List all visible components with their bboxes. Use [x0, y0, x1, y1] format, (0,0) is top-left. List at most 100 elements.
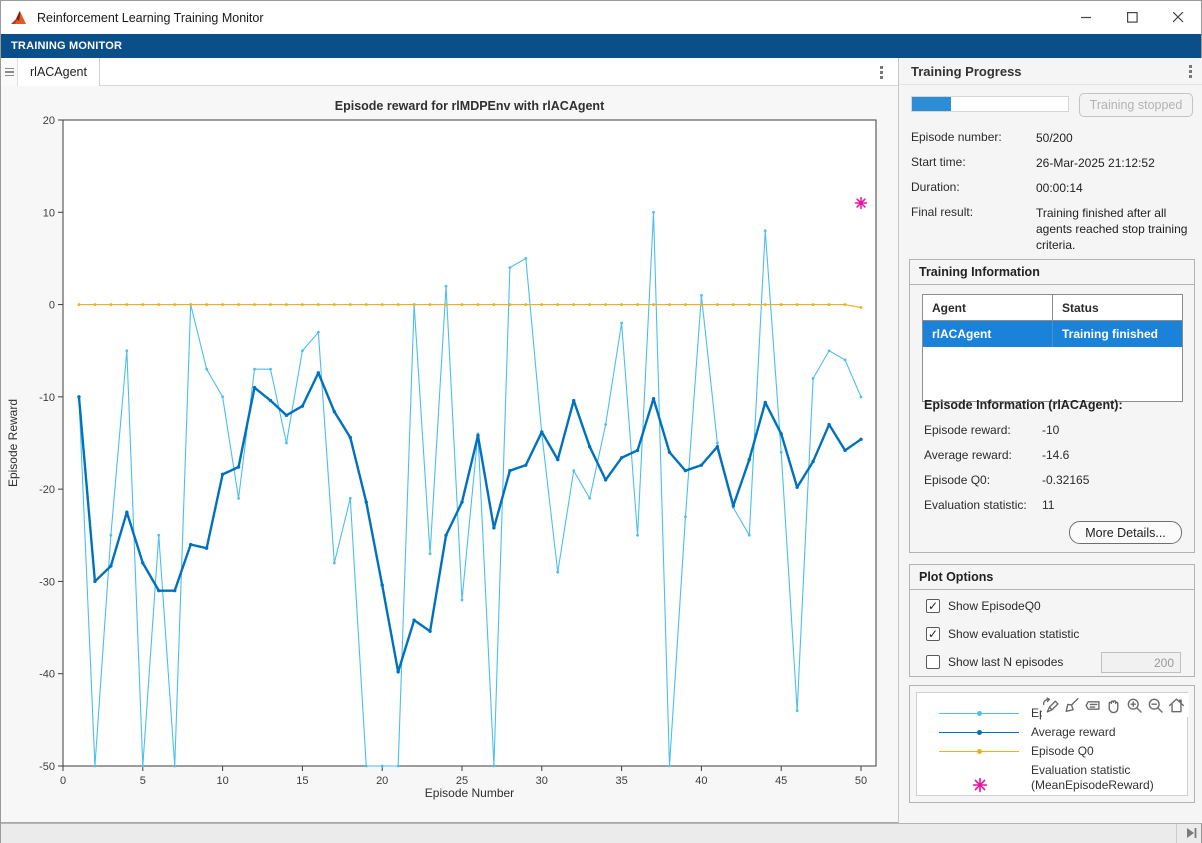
training-stopped-button[interactable]: Training stopped — [1079, 93, 1193, 117]
export-icon[interactable] — [1042, 697, 1059, 714]
legend-entry-average-reward[interactable]: Average reward — [939, 725, 1116, 739]
svg-text:-30: -30 — [39, 576, 55, 588]
n-episodes-input[interactable] — [1101, 652, 1181, 673]
svg-text:0: 0 — [49, 300, 55, 312]
checkbox-icon — [926, 655, 940, 669]
skip-to-end-icon[interactable] — [1187, 827, 1197, 842]
figure-panel: Episode reward for rlMDPEnv with rlACAge… — [1, 86, 898, 823]
datatips-icon[interactable] — [1084, 697, 1101, 714]
tab-label: rlACAgent — [30, 65, 87, 79]
window-titlebar: Reinforcement Learning Training Monitor — [1, 1, 1201, 34]
legend-entry-episode-q0[interactable]: Episode Q0 — [939, 744, 1094, 758]
training-progress-header: Training Progress — [899, 58, 1202, 85]
column-status: Status — [1053, 295, 1182, 320]
brush-icon[interactable] — [1063, 697, 1080, 714]
svg-text:-20: -20 — [39, 484, 55, 496]
field-episode-number: Episode number: 50/200 — [911, 130, 1195, 146]
checkbox-label: Show last N episodes — [948, 655, 1063, 669]
legend-sample — [939, 706, 1019, 720]
horizontal-scrollbar[interactable] — [1, 823, 1201, 843]
field-label: Evaluation statistic: — [924, 498, 1042, 512]
plot-options-card: Plot Options ✓ Show EpisodeQ0 ✓ Show eva… — [909, 564, 1195, 677]
field-label: Episode number: — [911, 130, 1036, 146]
field-value: -0.32165 — [1042, 473, 1089, 487]
evaluation-statistic-marker — [856, 198, 867, 209]
legend-label: Episode Q0 — [1031, 744, 1094, 758]
checkbox-show-episodeq0[interactable]: ✓ Show EpisodeQ0 — [926, 599, 1041, 613]
field-start-time: Start time: 26-Mar-2025 21:12:52 — [911, 155, 1195, 171]
field-value: 26-Mar-2025 21:12:52 — [1036, 155, 1195, 171]
maximize-button[interactable] — [1109, 1, 1155, 34]
panel-kebab-menu-icon[interactable] — [1189, 65, 1192, 78]
checkbox-show-last-n-episodes[interactable]: Show last N episodes — [926, 655, 1063, 669]
svg-text:0: 0 — [60, 775, 66, 787]
minimize-button[interactable] — [1063, 1, 1109, 34]
svg-text:10: 10 — [216, 775, 228, 787]
field-value: 50/200 — [1036, 130, 1195, 146]
training-progress-bar — [911, 96, 1069, 112]
svg-text:15: 15 — [296, 775, 308, 787]
svg-text:5: 5 — [140, 775, 146, 787]
field-label: Average reward: — [924, 448, 1042, 462]
tab-rlacagent[interactable]: rlACAgent — [18, 58, 100, 86]
tabstrip-grip[interactable] — [1, 58, 18, 86]
field-final-result: Final result: Training finished after al… — [911, 205, 1195, 254]
table-empty-area — [923, 347, 1182, 401]
checkbox-label: Show EpisodeQ0 — [948, 599, 1041, 613]
restore-view-icon[interactable] — [1168, 697, 1185, 714]
svg-text:35: 35 — [615, 775, 627, 787]
svg-text:10: 10 — [43, 207, 55, 219]
field-value: Training finished after all agents reach… — [1036, 205, 1195, 254]
axes-toolbar — [1042, 693, 1189, 717]
chart-title: Episode reward for rlMDPEnv with rlACAge… — [335, 99, 605, 113]
svg-text:20: 20 — [376, 775, 388, 787]
field-value: -14.6 — [1042, 448, 1069, 462]
cell-agent: rlACAgent — [923, 321, 1053, 347]
kebab-menu-icon — [880, 66, 883, 79]
field-label: Episode reward: — [924, 423, 1042, 437]
svg-text:-40: -40 — [39, 669, 55, 681]
ribbon-tab-training-monitor[interactable]: TRAINING MONITOR — [1, 40, 132, 52]
field-label: Duration: — [911, 180, 1036, 196]
section-title: Training Information — [910, 260, 1194, 285]
checkbox-show-evaluation-statistic[interactable]: ✓ Show evaluation statistic — [926, 627, 1079, 641]
zoom-in-icon[interactable] — [1126, 697, 1143, 714]
ribbon: TRAINING MONITOR — [1, 34, 1201, 58]
agent-status-table: Agent Status rlACAgent Training finished — [922, 294, 1183, 402]
legend-label: Evaluation statistic (MeanEpisodeReward) — [1031, 763, 1154, 793]
svg-text:40: 40 — [695, 775, 707, 787]
matlab-logo-icon — [11, 10, 29, 26]
field-value: 00:00:14 — [1036, 180, 1195, 196]
statusbar-divider — [1176, 824, 1177, 843]
table-row[interactable]: rlACAgent Training finished — [923, 321, 1182, 347]
svg-text:-10: -10 — [39, 392, 55, 404]
checkbox-label: Show evaluation statistic — [948, 627, 1079, 641]
checkbox-icon: ✓ — [926, 627, 940, 641]
episode-reward-chart[interactable]: Episode reward for rlMDPEnv with rlACAge… — [1, 86, 898, 822]
legend-entry-evaluation-statistic[interactable]: Evaluation statistic (MeanEpisodeReward) — [939, 763, 1154, 793]
field-episode-reward: Episode reward: -10 — [924, 423, 1184, 437]
svg-text:25: 25 — [456, 775, 468, 787]
progress-fill — [912, 97, 951, 111]
more-details-button[interactable]: More Details... — [1069, 521, 1182, 544]
field-value: -10 — [1042, 423, 1059, 437]
svg-text:50: 50 — [855, 775, 867, 787]
training-information-card: Training Information Agent Status rlACAg… — [909, 259, 1195, 553]
episode-info-title: Episode Information (rlACAgent): — [924, 398, 1123, 412]
y-axis-label: Episode Reward — [6, 399, 20, 487]
svg-text:20: 20 — [43, 115, 55, 127]
field-episode-q0: Episode Q0: -0.32165 — [924, 473, 1184, 487]
zoom-out-icon[interactable] — [1147, 697, 1164, 714]
legend-label: Average reward — [1031, 725, 1116, 739]
tabstrip-menu-button[interactable] — [869, 58, 893, 86]
field-label: Episode Q0: — [924, 473, 1042, 487]
pan-icon[interactable] — [1105, 697, 1122, 714]
field-value: 11 — [1042, 498, 1054, 512]
checkbox-icon: ✓ — [926, 599, 940, 613]
close-button[interactable] — [1155, 1, 1201, 34]
grip-icon — [5, 68, 14, 77]
window-title: Reinforcement Learning Training Monitor — [37, 11, 264, 25]
x-axis-label: Episode Number — [425, 786, 514, 800]
field-label: Final result: — [911, 205, 1036, 254]
document-tabstrip — [1, 58, 898, 86]
